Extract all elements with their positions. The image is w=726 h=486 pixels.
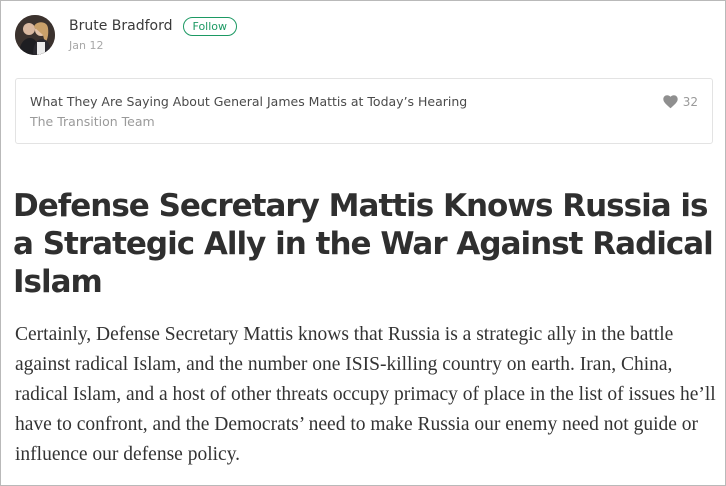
author-meta: Brute Bradford Follow Jan 12	[69, 16, 238, 54]
in-response-to-card[interactable]: What They Are Saying About General James…	[15, 78, 713, 144]
author-header: Brute Bradford Follow Jan 12	[15, 15, 238, 55]
article-headline: Defense Secretary Mattis Knows Russia is…	[13, 188, 714, 300]
response-card-title[interactable]: What They Are Saying About General James…	[30, 93, 467, 111]
author-name-line: Brute Bradford Follow	[69, 16, 238, 36]
response-card-likes: 32	[663, 94, 698, 110]
like-count: 32	[682, 95, 698, 109]
avatar-image	[15, 15, 55, 55]
post-frame: Brute Bradford Follow Jan 12 What They A…	[0, 0, 726, 486]
follow-button[interactable]: Follow	[182, 16, 238, 36]
article-body: Certainly, Defense Secretary Mattis know…	[15, 324, 716, 465]
heart-icon	[663, 95, 678, 109]
response-card-publication: The Transition Team	[30, 114, 155, 129]
avatar[interactable]	[15, 15, 55, 55]
post-date[interactable]: Jan 12	[69, 38, 237, 54]
author-name[interactable]: Brute Bradford	[69, 16, 173, 36]
